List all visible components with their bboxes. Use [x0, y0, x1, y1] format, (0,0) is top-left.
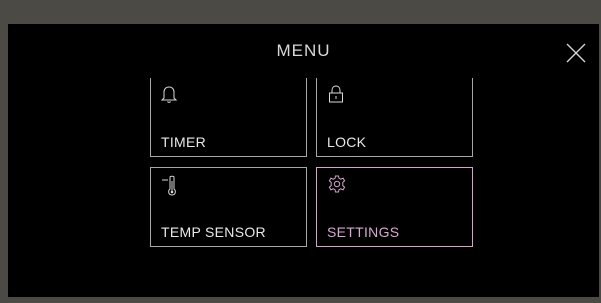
bell-icon — [160, 84, 178, 109]
lock-label: LOCK — [327, 134, 367, 150]
thermometer-icon — [161, 174, 179, 203]
settings-label: SETTINGS — [327, 224, 400, 240]
timer-label: TIMER — [161, 134, 207, 150]
menu-title: MENU — [276, 41, 331, 60]
temp-sensor-tile[interactable]: TEMP SENSOR — [150, 167, 307, 247]
lock-icon — [327, 84, 345, 109]
settings-tile[interactable]: SETTINGS — [316, 167, 473, 247]
close-icon — [566, 43, 586, 63]
close-button[interactable] — [565, 42, 587, 64]
lock-tile[interactable]: LOCK — [316, 78, 473, 157]
temp-sensor-label: TEMP SENSOR — [161, 224, 266, 240]
timer-tile[interactable]: TIMER — [150, 78, 307, 157]
device-bezel: MENU TIMER LOCK TEMP SENSOR SETTINGS — [0, 0, 601, 303]
menu-screen: MENU TIMER LOCK TEMP SENSOR SETTINGS — [8, 24, 599, 297]
gear-icon — [327, 174, 347, 199]
